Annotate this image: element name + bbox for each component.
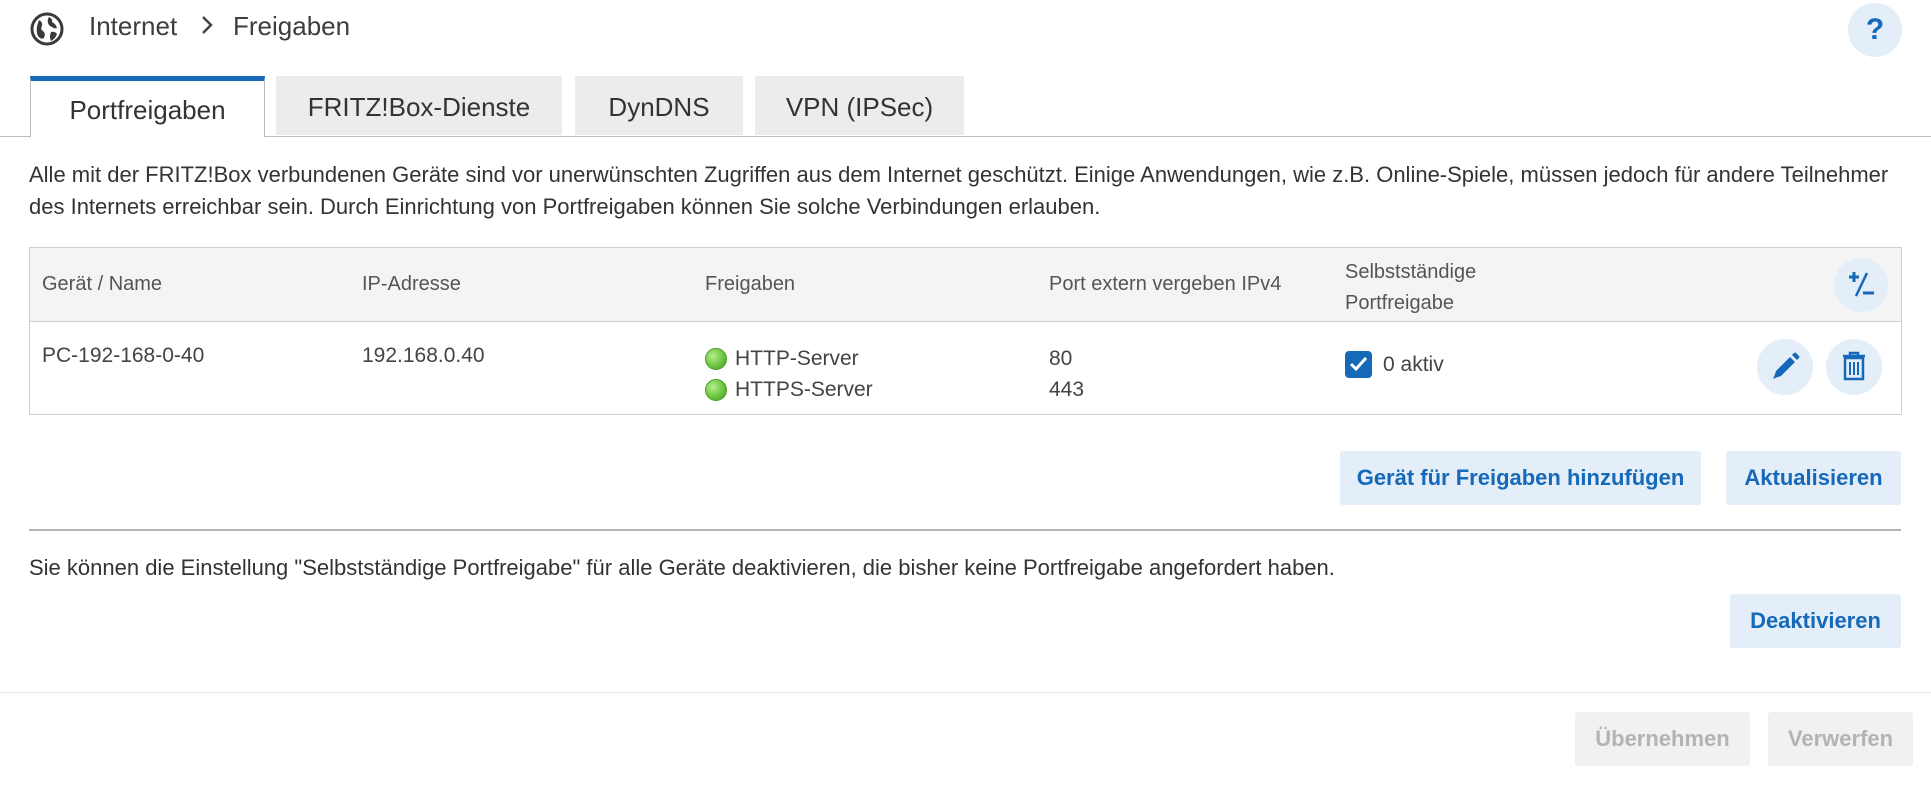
header: Internet Freigaben ? [0,0,1931,60]
chevron-right-icon [200,14,214,41]
delete-button[interactable] [1826,339,1882,395]
tab-bar: Portfreigaben FRITZ!Box-Dienste DynDNS V… [0,76,1931,138]
trash-icon [1843,351,1865,381]
share-label: HTTP-Server [735,347,859,370]
auto-sharing-cell: 0 aktiv [1345,351,1444,378]
discard-button[interactable]: Verwerfen [1768,712,1913,766]
table-row: PC-192-168-0-40 192.168.0.40 HTTP-Server… [30,322,1901,414]
breadcrumb-freigaben: Freigaben [233,11,351,41]
apply-button[interactable]: Übernehmen [1575,712,1750,766]
shares-list: HTTP-Server HTTPS-Server [705,343,873,405]
edit-button[interactable] [1757,339,1813,395]
auto-sharing-checkbox[interactable] [1345,351,1372,378]
deactivate-button[interactable]: Deaktivieren [1730,594,1901,648]
port-sharing-page: Internet Freigaben ? Portfreigaben FRITZ… [0,0,1931,795]
device-ip: 192.168.0.40 [362,344,485,367]
breadcrumb-internet[interactable]: Internet [89,11,177,42]
plus-minus-button[interactable] [1834,258,1888,312]
share-item: HTTPS-Server [705,374,873,405]
add-device-button[interactable]: Gerät für Freigaben hinzufügen [1340,451,1701,505]
help-button[interactable]: ? [1848,3,1902,57]
footer-divider [0,692,1931,693]
status-green-icon [705,378,727,401]
header-auto-sharing: Selbstständige Portfreigabe [1345,257,1545,319]
plus-minus-icon [1849,272,1874,297]
pencil-icon [1773,352,1800,379]
header-shares: Freigaben [705,273,796,295]
status-green-icon [705,347,727,370]
header-port: Port extern vergeben IPv4 [1049,273,1282,295]
ports-list: 80 443 [1049,343,1084,405]
share-label: HTTPS-Server [735,378,873,401]
port-value: 80 [1049,347,1073,370]
deactivate-note: Sie können die Einstellung "Selbstständi… [29,555,1335,580]
port-value: 443 [1049,378,1085,401]
header-auto-line1: Selbstständige [1345,261,1477,283]
tab-dyndns[interactable]: DynDNS [575,76,743,135]
device-name: PC-192-168-0-40 [42,344,205,367]
table-header: Gerät / Name IP-Adresse Freigaben Port e… [30,248,1901,322]
intro-text: Alle mit der FRITZ!Box verbundenen Gerät… [29,162,1889,219]
header-device: Gerät / Name [42,273,163,295]
tab-fritzbox-dienste[interactable]: FRITZ!Box-Dienste [276,76,562,135]
header-auto-line2: Portfreigabe [1345,292,1454,314]
tab-portfreigaben[interactable]: Portfreigaben [30,76,265,138]
check-icon [1349,356,1368,372]
auto-sharing-label: 0 aktiv [1383,352,1444,376]
share-item: HTTP-Server [705,343,873,374]
port-sharing-table: Gerät / Name IP-Adresse Freigaben Port e… [29,247,1902,415]
divider [29,529,1901,531]
header-ip: IP-Adresse [362,273,461,295]
tab-vpn-ipsec[interactable]: VPN (IPSec) [755,76,964,135]
refresh-button[interactable]: Aktualisieren [1726,451,1901,505]
globe-icon [30,12,64,46]
